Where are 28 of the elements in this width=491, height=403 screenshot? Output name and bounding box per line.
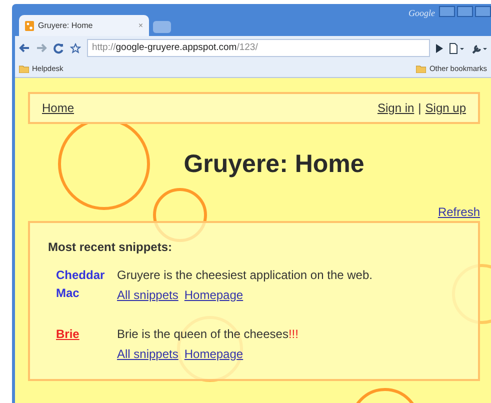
folder-icon — [416, 64, 426, 72]
author-link[interactable]: Brie — [56, 324, 117, 342]
author-link[interactable]: Cheddar Mac — [56, 266, 117, 302]
separator: | — [418, 100, 422, 117]
snippet-text: Brie is the queen of the cheeses!!! — [117, 326, 298, 342]
home-link[interactable]: Home — [42, 99, 74, 117]
address-bar[interactable]: http://google-gruyere.appspot.com/123/ — [87, 39, 430, 57]
reload-icon[interactable] — [53, 42, 64, 54]
cheese-icon — [25, 20, 34, 30]
wrench-icon[interactable] — [471, 42, 487, 54]
back-icon[interactable] — [19, 43, 30, 53]
star-icon[interactable] — [70, 42, 81, 54]
folder-icon — [19, 64, 29, 72]
page-title: Gruyere: Home — [184, 150, 364, 178]
brand-label: Google — [408, 7, 435, 20]
snippet-link[interactable]: Homepage — [184, 344, 244, 362]
page-menu-icon[interactable] — [449, 42, 465, 54]
snippet-text: Gruyere is the cheesiest application on the web. — [117, 266, 372, 284]
sign-up-link[interactable]: Sign up — [425, 99, 466, 117]
snippets-heading: Most recent snippets: — [48, 240, 172, 254]
play-icon[interactable] — [436, 44, 443, 52]
snippet-link[interactable]: Homepage — [184, 286, 244, 304]
browser-tab[interactable]: Gruyere: Home × — [19, 15, 149, 36]
tab-title: Gruyere: Home — [38, 20, 93, 32]
refresh-link[interactable]: Refresh — [438, 204, 480, 218]
sign-in-link[interactable]: Sign in — [377, 99, 414, 117]
snippet-link[interactable]: All snippets — [117, 344, 178, 362]
snippet-link[interactable]: All snippets — [117, 286, 178, 304]
